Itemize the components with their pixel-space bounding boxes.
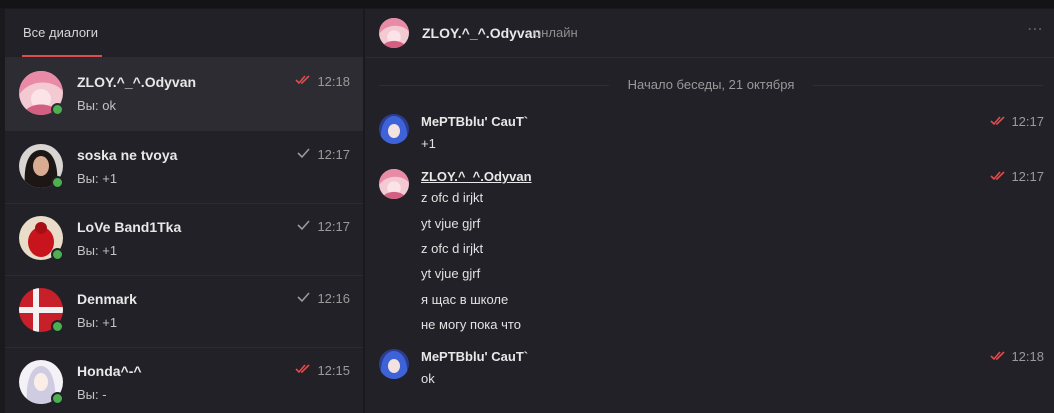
- online-status: онлайн: [534, 25, 578, 40]
- avatar[interactable]: [379, 169, 409, 199]
- chat-header: ZLOY.^_^.Odyvan онлайн ⋯: [365, 9, 1054, 58]
- message-text: z ofc d irjkt: [421, 241, 484, 256]
- tab-active-underline: [22, 55, 102, 57]
- dialog-preview: Вы: ok: [77, 98, 116, 113]
- message-text: yt vjue gjrf: [421, 216, 481, 231]
- online-indicator: [51, 248, 64, 261]
- date-label: Начало беседы, 21 октября: [627, 77, 795, 92]
- avatar[interactable]: [379, 114, 409, 144]
- dialog-time: 12:15: [317, 363, 350, 378]
- chat-panel: ZLOY.^_^.Odyvan онлайн ⋯ Начало беседы, …: [365, 9, 1054, 413]
- message-text: yt vjue gjrf: [421, 266, 481, 281]
- sent-check-icon: [297, 292, 310, 303]
- dialog-time: 12:16: [317, 291, 350, 306]
- dialog-time: 12:17: [317, 147, 350, 162]
- read-check-icon: [295, 75, 310, 85]
- online-indicator: [51, 176, 64, 189]
- dialog-name: LoVe Band1Tka: [77, 219, 182, 235]
- online-indicator: [51, 320, 64, 333]
- dialog-name: Denmark: [77, 291, 137, 307]
- messenger-app: Все диалоги ZLOY.^_^.Odyvan Вы: ok 12:18: [0, 0, 1054, 413]
- dialog-preview: Вы: -: [77, 387, 107, 402]
- date-separator: Начало беседы, 21 октября: [379, 77, 1043, 95]
- tab-all-dialogs[interactable]: Все диалоги: [23, 25, 98, 40]
- message-time: 12:17: [1011, 114, 1044, 129]
- read-check-icon: [990, 116, 1005, 126]
- message-author[interactable]: MePTBblu' CauT`: [421, 349, 528, 364]
- message-text: ok: [421, 371, 435, 386]
- dialogs-sidebar: Все диалоги ZLOY.^_^.Odyvan Вы: ok 12:18: [5, 9, 363, 413]
- message-time: 12:17: [1011, 169, 1044, 184]
- message-text: я щас в школе: [421, 292, 509, 307]
- message-author[interactable]: ZLOY.^_^.Odyvan: [421, 169, 532, 184]
- sidebar-header: Все диалоги: [5, 9, 363, 58]
- avatar[interactable]: [379, 349, 409, 379]
- dialog-name: Honda^-^: [77, 363, 142, 379]
- sent-check-icon: [297, 220, 310, 231]
- dialog-item[interactable]: Denmark Вы: +1 12:16: [5, 275, 363, 348]
- top-strip: [0, 0, 1054, 8]
- dialog-item[interactable]: ZLOY.^_^.Odyvan Вы: ok 12:18: [5, 58, 363, 131]
- message-text: z ofc d irjkt: [421, 190, 484, 205]
- dialog-name: ZLOY.^_^.Odyvan: [77, 74, 197, 90]
- dialog-item[interactable]: Honda^-^ Вы: - 12:15: [5, 347, 363, 413]
- more-options-icon[interactable]: ⋯: [1027, 19, 1044, 39]
- message-author[interactable]: MePTBblu' CauT`: [421, 114, 528, 129]
- read-check-icon: [990, 171, 1005, 181]
- dialog-name: soska ne tvoya: [77, 147, 178, 163]
- avatar[interactable]: [379, 18, 409, 48]
- online-indicator: [51, 392, 64, 405]
- dialog-preview: Вы: +1: [77, 171, 118, 186]
- message-text: +1: [421, 136, 436, 151]
- read-check-icon: [990, 351, 1005, 361]
- sent-check-icon: [297, 148, 310, 159]
- message-text: не могу пока что: [421, 317, 521, 332]
- dialog-preview: Вы: +1: [77, 243, 118, 258]
- chat-title[interactable]: ZLOY.^_^.Odyvan: [422, 25, 541, 41]
- dialog-item[interactable]: LoVe Band1Tka Вы: +1 12:17: [5, 203, 363, 276]
- dialog-time: 12:17: [317, 219, 350, 234]
- dialog-time: 12:18: [317, 74, 350, 89]
- online-indicator: [51, 103, 64, 116]
- dialog-item[interactable]: soska ne tvoya Вы: +1 12:17: [5, 131, 363, 204]
- message-time: 12:18: [1011, 349, 1044, 364]
- read-check-icon: [295, 364, 310, 374]
- dialog-preview: Вы: +1: [77, 315, 118, 330]
